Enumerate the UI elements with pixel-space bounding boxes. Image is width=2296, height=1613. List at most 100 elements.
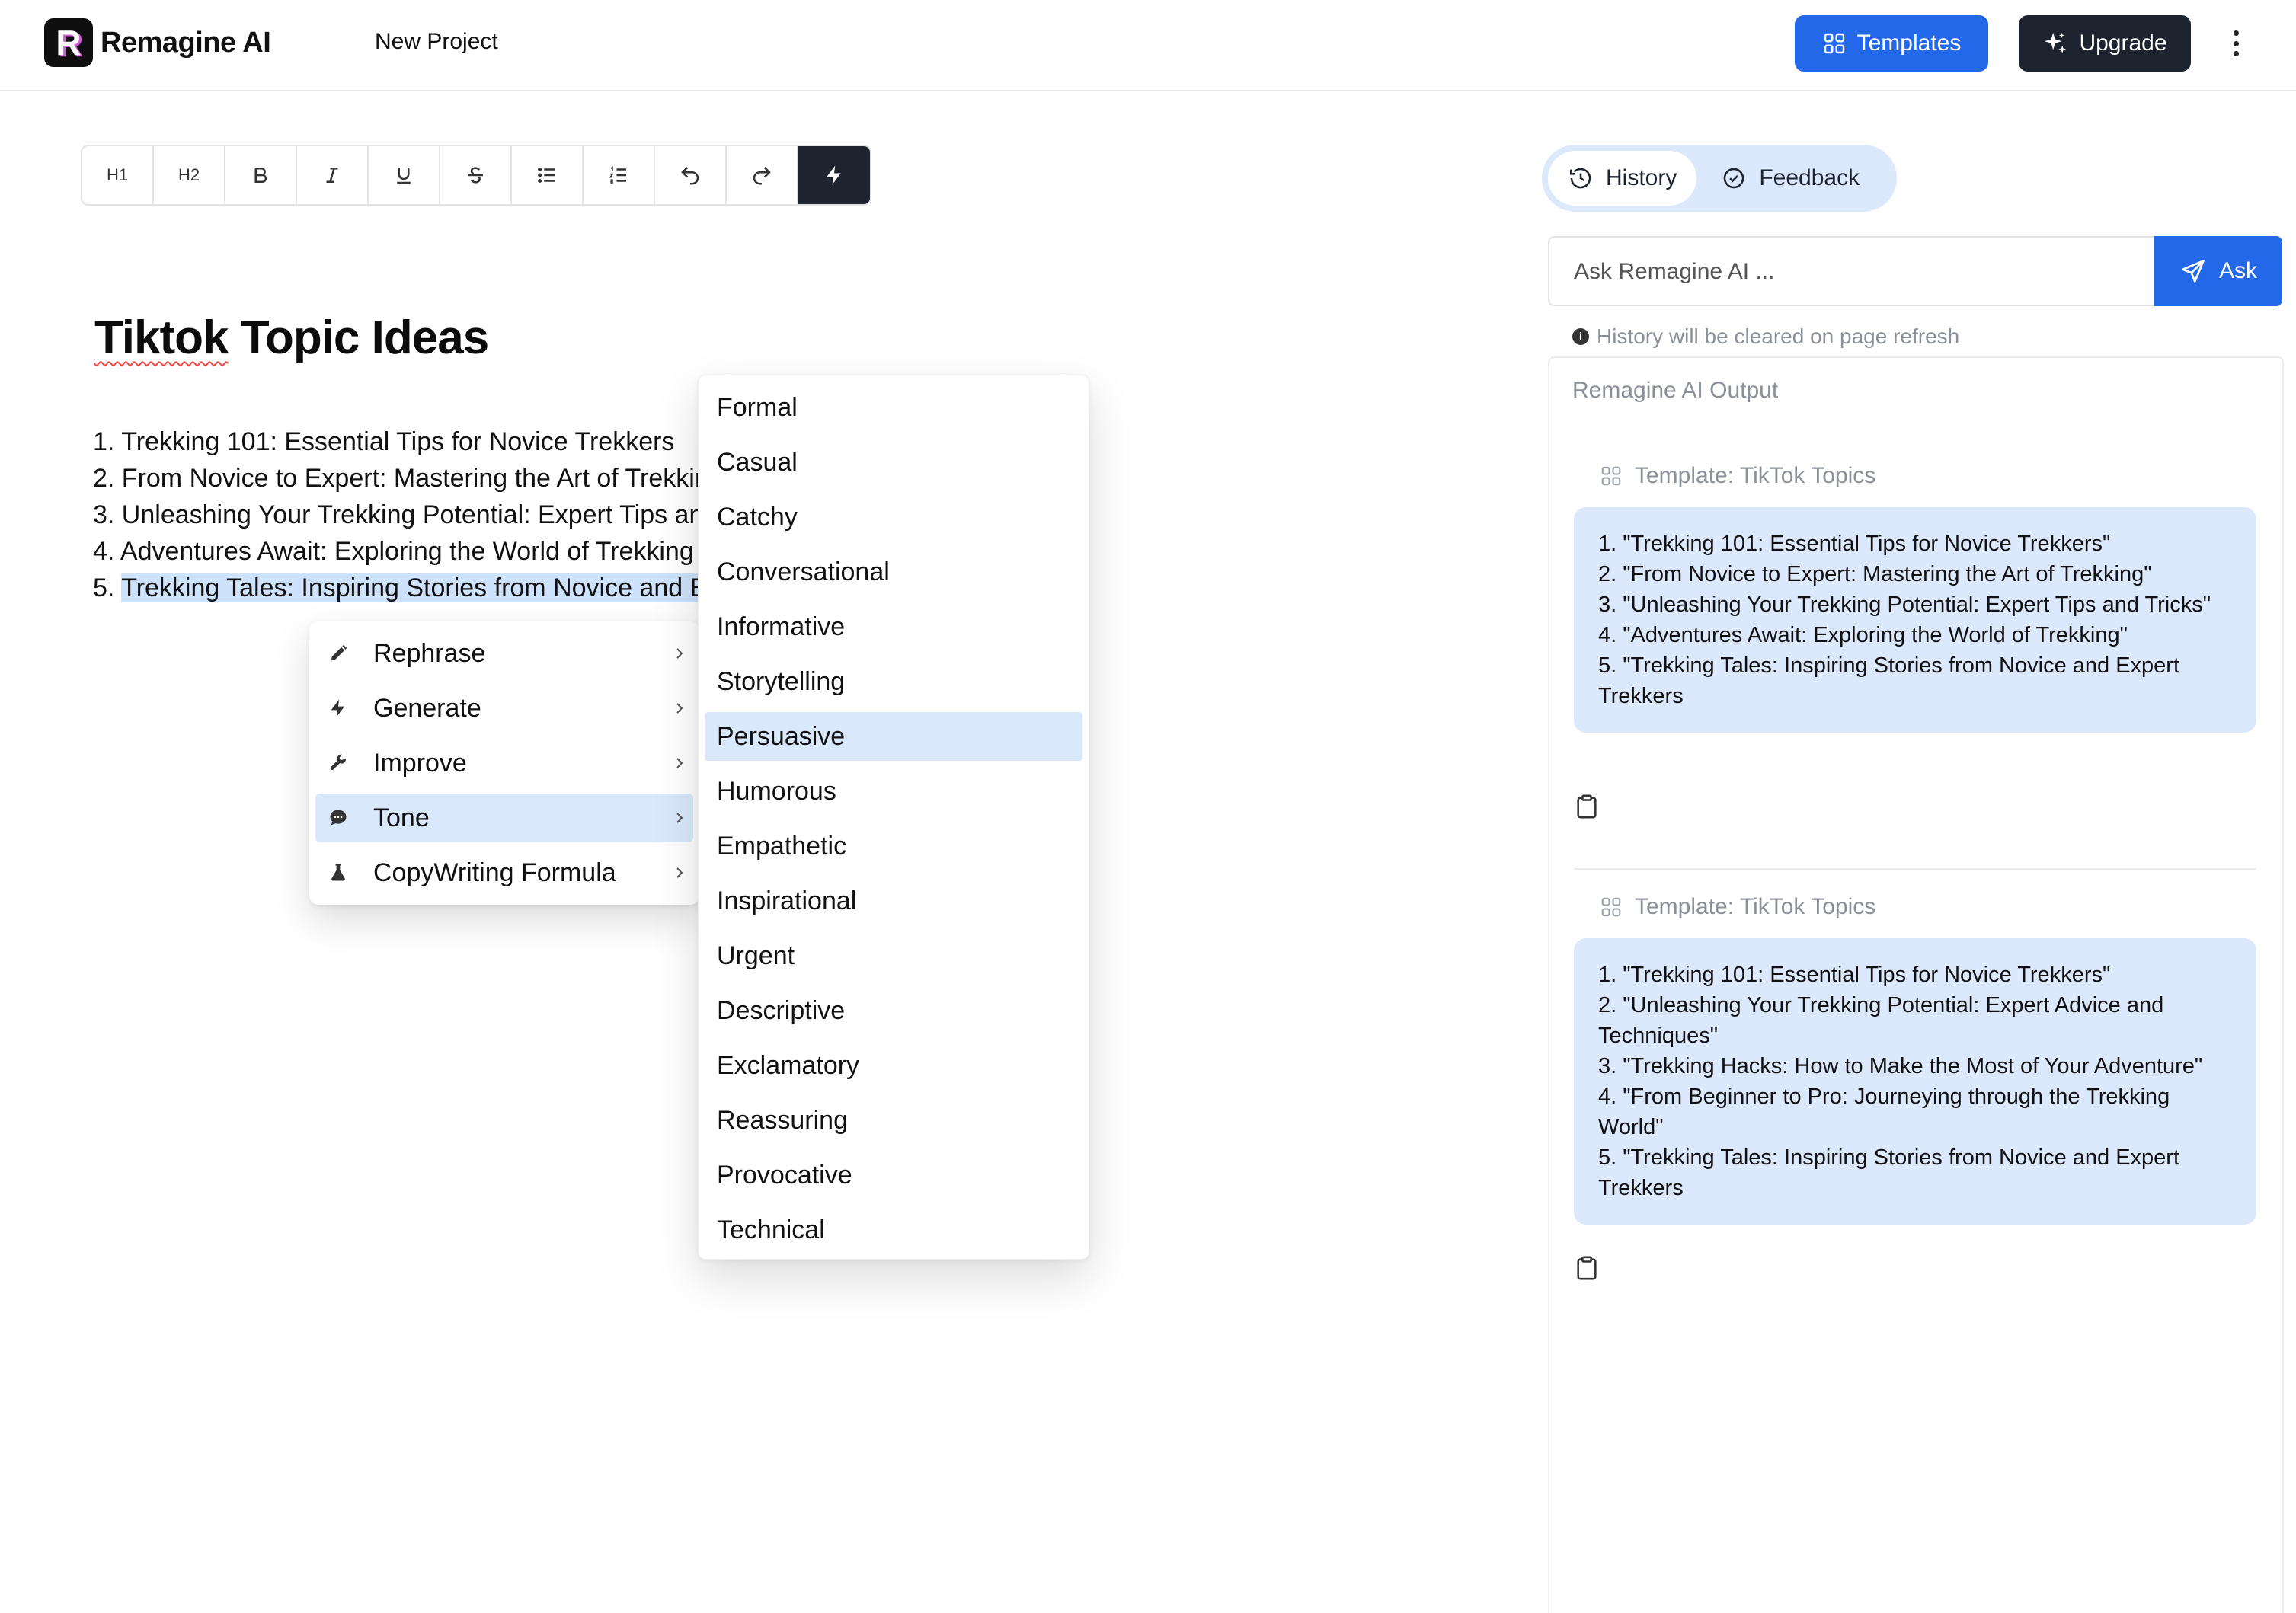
check-circle-icon	[1724, 168, 1744, 189]
info-icon: i	[1572, 328, 1589, 345]
result-template-name: Template: TikTok Topics	[1635, 463, 1876, 488]
tone-option-informative[interactable]: Informative	[705, 602, 1082, 651]
app-name: Remagine AI	[101, 26, 271, 59]
tone-option-technical[interactable]: Technical	[705, 1206, 1082, 1254]
tab-feedback[interactable]: Feedback	[1701, 151, 1879, 206]
ai-context-menu: Rephrase Generate Improve Tone CopyWriti…	[309, 621, 699, 905]
result-line: 5. "Trekking Tales: Inspiring Stories fr…	[1598, 1145, 2180, 1200]
list-item: 1. Trekking 101: Essential Tips for Novi…	[93, 427, 675, 456]
heading1-label: H1	[106, 165, 129, 184]
ask-button[interactable]: Ask	[2154, 236, 2282, 306]
italic-icon	[326, 168, 338, 183]
grid-icon	[1601, 466, 1621, 486]
underline-button[interactable]	[369, 146, 440, 204]
output-label: Remagine AI Output	[1572, 378, 1779, 403]
tone-option-urgent[interactable]: Urgent	[705, 931, 1082, 980]
hint-text: History will be cleared on page refresh	[1597, 324, 1960, 348]
tone-option-empathetic[interactable]: Empathetic	[705, 822, 1082, 870]
clipboard-icon[interactable]	[1575, 1255, 1598, 1281]
tone-option-exclamatory[interactable]: Exclamatory	[705, 1041, 1082, 1090]
strikethrough-icon	[468, 167, 483, 184]
ask-input[interactable]	[1548, 236, 2156, 306]
tone-option-reassuring[interactable]: Reassuring	[705, 1096, 1082, 1145]
tone-option-humorous[interactable]: Humorous	[705, 767, 1082, 816]
sparkle-icon	[2045, 32, 2067, 53]
chevron-right-icon	[676, 648, 683, 659]
chat-bubble-icon	[330, 810, 347, 826]
result-template-header: Template: TikTok Topics	[1600, 463, 1875, 489]
undo-button[interactable]	[655, 146, 727, 204]
ordered-list-icon	[609, 166, 626, 184]
ai-actions-button[interactable]	[798, 146, 870, 204]
result-line: 4. "Adventures Await: Exploring the Worl…	[1598, 623, 2128, 647]
selected-text: Trekking Tales: Inspiring Stories from N…	[121, 573, 702, 602]
tone-option-catchy[interactable]: Catchy	[705, 493, 1082, 541]
underline-icon	[397, 168, 411, 184]
bold-icon	[254, 168, 267, 183]
list-item: 3. Unleashing Your Trekking Potential: E…	[93, 500, 702, 529]
heading2-label: H2	[177, 165, 200, 184]
clipboard-icon[interactable]	[1575, 794, 1598, 819]
heading2-button[interactable]: H2	[154, 146, 225, 204]
tone-option-casual[interactable]: Casual	[705, 438, 1082, 487]
tone-option-descriptive[interactable]: Descriptive	[705, 986, 1082, 1035]
strikethrough-button[interactable]	[440, 146, 512, 204]
more-vertical-icon[interactable]	[2224, 26, 2247, 61]
ordered-list-button[interactable]	[584, 146, 655, 204]
templates-label: Templates	[1856, 30, 1962, 56]
flask-icon	[331, 864, 345, 881]
menu-item-label: CopyWriting Formula	[373, 858, 616, 887]
menu-item-generate[interactable]: Generate	[315, 684, 693, 733]
project-name[interactable]: New Project	[375, 29, 498, 55]
tone-option-storytelling[interactable]: Storytelling	[705, 657, 1082, 706]
templates-button[interactable]: Templates	[1795, 15, 1988, 72]
bullet-list-button[interactable]	[512, 146, 584, 204]
bullet-list-icon	[538, 168, 555, 183]
lightning-icon	[827, 165, 841, 185]
menu-item-label: Improve	[373, 748, 467, 778]
tone-option-persuasive[interactable]: Persuasive	[705, 712, 1082, 761]
grid-icon	[1601, 897, 1621, 917]
menu-item-tone[interactable]: Tone	[315, 794, 693, 842]
chevron-right-icon	[676, 813, 683, 823]
tab-history[interactable]: History	[1548, 151, 1697, 206]
result-output-block: 1. "Trekking 101: Essential Tips for Nov…	[1574, 507, 2256, 733]
tone-option-formal[interactable]: Formal	[705, 383, 1082, 432]
grid-icon	[1824, 33, 1844, 54]
menu-item-improve[interactable]: Improve	[315, 739, 693, 787]
result-divider	[1574, 868, 2256, 870]
tone-option-inspirational[interactable]: Inspirational	[705, 877, 1082, 925]
redo-button[interactable]	[727, 146, 798, 204]
formatting-toolbar: H1 H2	[81, 145, 871, 206]
result-template-name: Template: TikTok Topics	[1635, 894, 1876, 919]
tone-option-provocative[interactable]: Provocative	[705, 1151, 1082, 1199]
title-rest: Topic Ideas	[228, 311, 489, 364]
tone-option-conversational[interactable]: Conversational	[705, 548, 1082, 596]
upgrade-button[interactable]: Upgrade	[2019, 15, 2191, 72]
upgrade-label: Upgrade	[2079, 30, 2167, 56]
menu-item-rephrase[interactable]: Rephrase	[315, 629, 693, 678]
pencil-icon	[331, 644, 347, 661]
output-panel: Remagine AI Output Template: TikTok Topi…	[1548, 356, 2284, 1613]
list-item: 2. From Novice to Expert: Mastering the …	[93, 464, 702, 493]
logo-mark-icon: R	[44, 18, 93, 67]
app-header: R Remagine AI New Project Templates Upgr…	[0, 0, 2296, 91]
title-misspelled-word: Tiktok	[94, 311, 229, 364]
document-title[interactable]: Tiktok Topic Ideas	[94, 311, 489, 365]
heading1-button[interactable]: H1	[82, 146, 154, 204]
document-body[interactable]: 1. Trekking 101: Essential Tips for Novi…	[93, 423, 702, 606]
lightning-icon	[331, 699, 345, 717]
menu-item-copywriting-formula[interactable]: CopyWriting Formula	[315, 848, 693, 897]
undo-icon	[681, 167, 699, 185]
history-hint: i History will be cleared on page refres…	[1572, 324, 1959, 349]
bold-button[interactable]	[225, 146, 297, 204]
menu-item-label: Tone	[373, 803, 430, 832]
logo[interactable]: R Remagine AI	[44, 18, 271, 67]
result-line: 1. "Trekking 101: Essential Tips for Nov…	[1598, 963, 2111, 987]
menu-item-label: Rephrase	[373, 638, 486, 668]
wrench-icon	[330, 754, 347, 770]
italic-button[interactable]	[297, 146, 369, 204]
result-line: 3. "Trekking Hacks: How to Make the Most…	[1598, 1054, 2203, 1078]
result-line: 1. "Trekking 101: Essential Tips for Nov…	[1598, 532, 2111, 556]
menu-item-label: Generate	[373, 693, 481, 723]
